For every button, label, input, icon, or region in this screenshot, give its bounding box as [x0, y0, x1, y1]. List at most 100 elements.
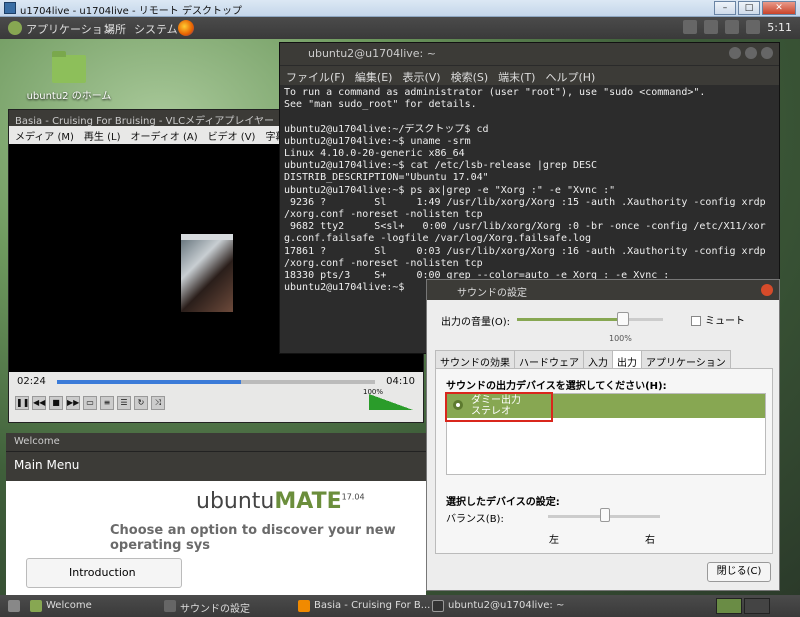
mute-checkbox[interactable]: ミュート: [691, 312, 745, 327]
rdp-titlebar: u1704live - u1704live - リモート デスクトップ – □ …: [0, 0, 800, 17]
main-menu-header: Main Menu: [6, 451, 426, 481]
terminal-line: 9682 tty2 S<sl+ 0:00 /usr/lib/xorg/Xorg …: [284, 221, 766, 233]
vlc-controls: 02:24 04:10 ❚❚ ◀◀ ■ ▶▶ ▭ ≡ ☰ ↻ ⤨ 100%: [9, 372, 423, 422]
balance-slider-knob[interactable]: [600, 508, 610, 522]
choose-option-text: Choose an option to discover your new op…: [110, 523, 396, 553]
volume-bar[interactable]: [369, 394, 413, 410]
sound-close-icon[interactable]: [761, 284, 773, 296]
terminal-line: /xorg.conf -noreset -nolisten tcp: [284, 257, 483, 269]
extended-settings-button[interactable]: ≡: [100, 396, 114, 410]
terminal-line: ubuntu2@u1704live:~$ ps ax|grep -e "Xorg…: [284, 184, 616, 196]
home-folder-shortcut[interactable]: ubuntu2 のホーム: [26, 51, 112, 102]
vlc-menu-audio[interactable]: オーディオ (A): [130, 128, 197, 143]
terminal-close-button[interactable]: [761, 47, 773, 59]
volume-percent-label: 100%: [609, 334, 632, 343]
output-tab-panel: サウンドの出力デバイスを選択してください(H): ダミー出力 ステレオ 選択した…: [435, 368, 773, 554]
playlist-button[interactable]: ☰: [117, 396, 131, 410]
show-desktop-button[interactable]: [6, 598, 28, 614]
menu-places[interactable]: 場所: [104, 21, 126, 37]
folder-icon: [52, 51, 86, 83]
taskbar-item-welcome[interactable]: Welcome: [28, 598, 96, 614]
loop-button[interactable]: ↻: [134, 396, 148, 410]
terminal-title: ubuntu2@u1704live: ~: [280, 43, 779, 65]
previous-button[interactable]: ◀◀: [32, 396, 46, 410]
terminal-line: ubuntu2@u1704live:~/デスクトップ$ cd: [284, 123, 489, 135]
seek-bar[interactable]: [57, 380, 375, 384]
sound-icon: [164, 600, 176, 612]
network-icon[interactable]: [725, 20, 740, 34]
stop-button[interactable]: ■: [49, 396, 63, 410]
menu-applications[interactable]: アプリケーション: [26, 21, 114, 37]
output-volume-label: 出力の音量(O):: [441, 317, 511, 328]
taskbar-item-terminal[interactable]: ubuntu2@u1704live: ~: [430, 598, 568, 614]
rdp-window-icon: [4, 2, 16, 14]
workspace-2: [744, 598, 770, 614]
sound-settings-dialog: サウンドの設定 出力の音量(O): 100% ミュート サウンドの効果 ハードウ…: [426, 279, 780, 591]
terminal-line: Linux 4.10.0-20-generic x86_64: [284, 148, 465, 160]
vlc-menu-media[interactable]: メディア (M): [15, 128, 74, 143]
firefox-icon[interactable]: [178, 20, 194, 36]
terminal-line: /xorg.conf -noreset -nolisten tcp: [284, 209, 483, 221]
device-dummy-output[interactable]: ダミー出力 ステレオ: [445, 392, 765, 422]
fullscreen-button[interactable]: ▭: [83, 396, 97, 410]
terminal-menubar: ファイル(F) 編集(E) 表示(V) 検索(S) 端末(T) ヘルプ(H): [280, 65, 779, 85]
terminal-menu-help[interactable]: ヘルプ(H): [545, 69, 595, 84]
total-time: 04:10: [386, 376, 415, 387]
terminal-maximize-button[interactable]: [745, 47, 757, 59]
workspace-switcher[interactable]: [716, 598, 770, 614]
welcome-window: Welcome Main Menu ubuntuMATE17.04 Choose…: [6, 433, 426, 596]
album-art: [181, 234, 233, 312]
terminal-menu-search[interactable]: 検索(S): [451, 69, 489, 84]
clock[interactable]: 5:11: [767, 21, 792, 34]
welcome-title: Welcome: [6, 433, 426, 451]
terminal-line: 9236 ? Sl 1:49 /usr/lib/xorg/Xorg :15 -a…: [284, 196, 766, 208]
sound-title: サウンドの設定: [427, 280, 779, 300]
terminal-menu-view[interactable]: 表示(V): [402, 69, 440, 84]
shuffle-button[interactable]: ⤨: [151, 396, 165, 410]
top-panel: アプリケーション 場所 システム 5:11: [0, 17, 800, 39]
volume-icon[interactable]: [746, 20, 761, 34]
device-settings-label: 選択したデバイスの設定:: [446, 497, 560, 508]
terminal-icon: [432, 600, 444, 612]
balance-label: バランス(B):: [446, 514, 504, 525]
ubuntu-mate-logo: ubuntuMATE17.04: [196, 489, 365, 514]
battery-icon[interactable]: [704, 20, 719, 34]
terminal-minimize-button[interactable]: [729, 47, 741, 59]
bottom-panel: Welcome サウンドの設定 Basia - Cruising For B..…: [0, 595, 800, 617]
vlc-icon: [298, 600, 310, 612]
pause-button[interactable]: ❚❚: [15, 396, 29, 410]
terminal-line: To run a command as administrator (user …: [284, 87, 706, 98]
terminal-line: 17861 ? Sl 0:03 /usr/lib/xorg/Xorg :16 -…: [284, 245, 766, 257]
terminal-body[interactable]: To run a command as administrator (user …: [280, 85, 779, 296]
taskbar-item-vlc[interactable]: Basia - Cruising For B...: [296, 598, 434, 614]
mate-logo-icon: [8, 21, 22, 35]
terminal-menu-file[interactable]: ファイル(F): [286, 69, 345, 84]
home-folder-label: ubuntu2 のホーム: [26, 91, 112, 102]
taskbar-item-sound[interactable]: サウンドの設定: [162, 598, 254, 615]
terminal-line: g.conf.failsafe -logfile /var/log/Xorg.f…: [284, 233, 592, 245]
introduction-button[interactable]: Introduction: [26, 558, 182, 588]
close-dialog-button[interactable]: 閉じる(C): [707, 562, 771, 582]
vlc-menu-playback[interactable]: 再生 (L): [84, 128, 121, 143]
rdp-title: u1704live - u1704live - リモート デスクトップ: [20, 6, 242, 17]
balance-left-label: 左: [549, 535, 559, 546]
workspace-1: [716, 598, 742, 614]
volume-slider-knob[interactable]: [617, 312, 629, 326]
close-button[interactable]: ✕: [762, 1, 796, 15]
vlc-menu-video[interactable]: ビデオ (V): [208, 128, 256, 143]
maximize-button[interactable]: □: [738, 1, 760, 15]
balance-right-label: 右: [645, 535, 655, 546]
minimize-button[interactable]: –: [714, 1, 736, 15]
volume-control[interactable]: 100%: [353, 388, 413, 410]
next-button[interactable]: ▶▶: [66, 396, 80, 410]
terminal-line: See "man sudo_root" for details.: [284, 99, 477, 111]
output-volume-slider[interactable]: [517, 318, 663, 321]
terminal-line: ubuntu2@u1704live:~$ uname -srm: [284, 135, 471, 147]
highlight-box: [445, 392, 553, 422]
terminal-line: DISTRIB_DESCRIPTION="Ubuntu 17.04": [284, 172, 489, 184]
keyboard-icon[interactable]: [683, 20, 698, 34]
menu-system[interactable]: システム: [134, 21, 178, 37]
terminal-menu-edit[interactable]: 編集(E): [355, 69, 393, 84]
terminal-menu-terminal[interactable]: 端末(T): [498, 69, 535, 84]
